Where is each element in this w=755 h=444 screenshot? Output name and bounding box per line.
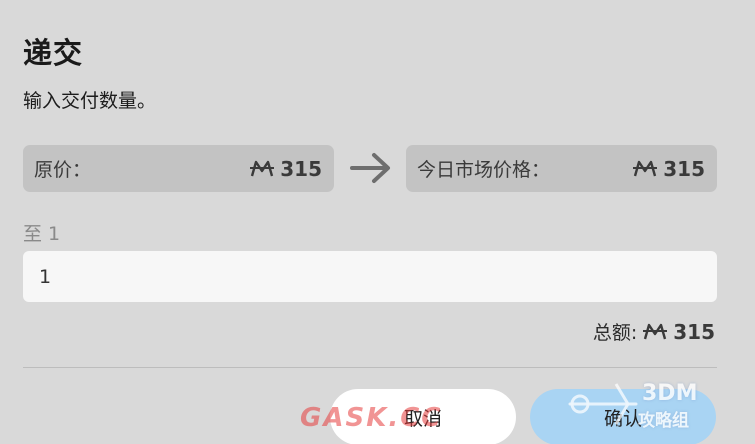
watermark-3dm: 3DM 攻略组 bbox=[566, 378, 741, 436]
original-price-box: 原价： 315 bbox=[23, 145, 334, 192]
total-amount: 总额: 315 bbox=[593, 318, 715, 345]
watermark-gask: GASK.CC bbox=[300, 403, 443, 433]
arrow-right-icon bbox=[350, 153, 390, 183]
m-coin-icon bbox=[643, 323, 668, 339]
market-price-label: 今日市场价格： bbox=[417, 159, 551, 181]
total-label: 总额: bbox=[592, 322, 638, 344]
original-price-label: 原价： bbox=[34, 159, 92, 181]
m-coin-icon bbox=[250, 160, 275, 176]
quantity-input-value: 1 bbox=[39, 265, 52, 288]
watermark-3dm-subtext: 攻略组 bbox=[638, 411, 689, 431]
watermark-3dm-text: 3DM bbox=[642, 381, 698, 406]
divider bbox=[23, 367, 717, 368]
total-value: 315 bbox=[673, 319, 715, 344]
dialog-subtitle: 输入交付数量。 bbox=[23, 90, 157, 112]
quantity-input[interactable]: 1 bbox=[23, 251, 717, 302]
original-price-value: 315 bbox=[250, 157, 322, 181]
market-price-value: 315 bbox=[633, 157, 705, 181]
submit-dialog: 递交 输入交付数量。 原价： 315 今日市场价格： 315 至 1 1 总额: bbox=[0, 0, 755, 444]
3dm-logo-icon bbox=[568, 383, 638, 425]
market-price-number: 315 bbox=[663, 156, 705, 181]
original-price-number: 315 bbox=[280, 156, 322, 181]
m-coin-icon bbox=[633, 160, 658, 176]
dialog-title: 递交 bbox=[23, 36, 84, 70]
quantity-range-label: 至 1 bbox=[23, 223, 61, 245]
market-price-box: 今日市场价格： 315 bbox=[406, 145, 717, 192]
